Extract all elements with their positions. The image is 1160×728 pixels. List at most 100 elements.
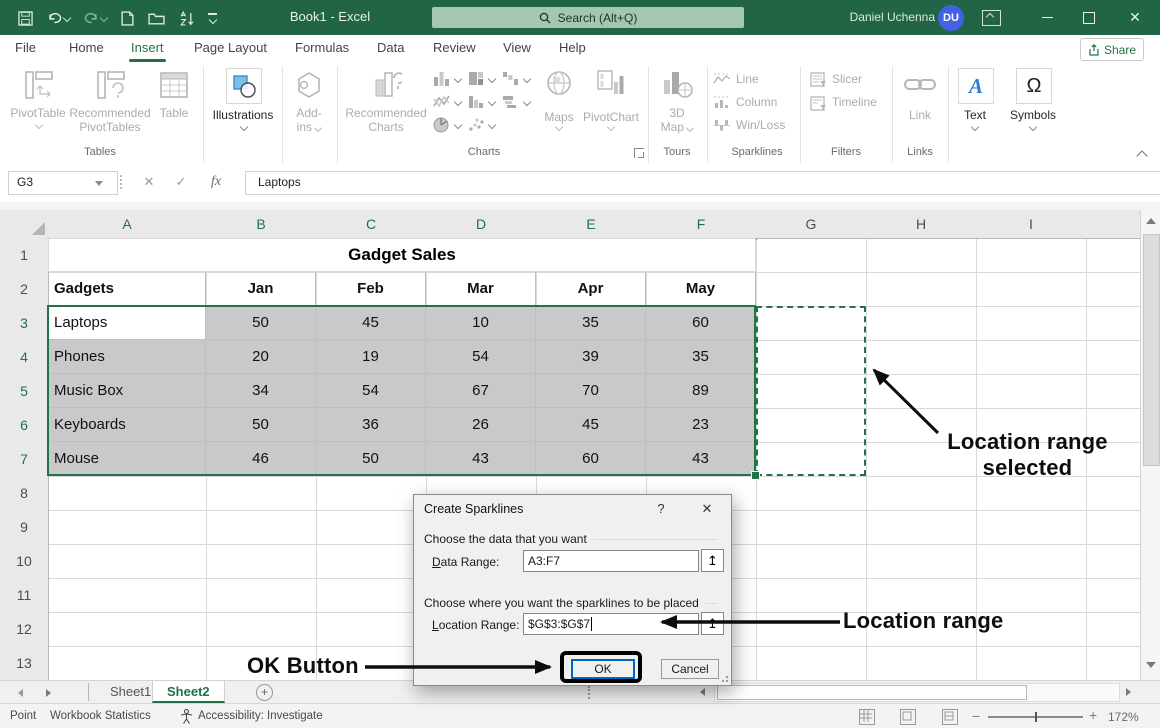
location-range-picker-button[interactable]: ↥ bbox=[701, 612, 724, 635]
row-header-4[interactable]: 4 bbox=[0, 340, 49, 375]
scatter-chart-icon[interactable] bbox=[468, 117, 484, 132]
pie-chart-icon[interactable] bbox=[433, 117, 449, 133]
fill-handle[interactable] bbox=[751, 471, 760, 480]
tab-file[interactable]: File bbox=[12, 35, 39, 62]
row-header-6[interactable]: 6 bbox=[0, 408, 49, 443]
row-header-2[interactable]: 2 bbox=[0, 272, 49, 307]
column-header-F[interactable]: F bbox=[646, 210, 757, 240]
dialog-close-icon[interactable]: ✕ bbox=[696, 499, 718, 519]
funnel-chart-icon[interactable] bbox=[502, 94, 519, 109]
column-header-A[interactable]: A bbox=[48, 210, 207, 240]
tab-data[interactable]: Data bbox=[374, 35, 407, 62]
illustrations-button[interactable]: Illustrations bbox=[208, 108, 278, 122]
close-button[interactable]: ✕ bbox=[1118, 0, 1152, 35]
horizontal-scroll-thumb[interactable] bbox=[717, 685, 1027, 700]
line-chart-icon[interactable] bbox=[433, 94, 450, 109]
cell-title-gadget-sales[interactable]: Gadget Sales bbox=[48, 238, 756, 272]
scroll-down-icon[interactable] bbox=[1146, 662, 1156, 668]
share-button[interactable]: Share bbox=[1080, 38, 1144, 61]
new-file-icon[interactable] bbox=[121, 11, 134, 26]
column-header-H[interactable]: H bbox=[866, 210, 977, 239]
histogram-chart-dropdown-icon[interactable] bbox=[488, 98, 496, 106]
undo-button[interactable] bbox=[47, 11, 70, 25]
cell-B2[interactable]: Jan bbox=[206, 272, 316, 306]
row-header-8[interactable]: 8 bbox=[0, 476, 49, 511]
minimize-button[interactable] bbox=[1030, 0, 1064, 35]
name-box[interactable]: G3 bbox=[8, 171, 118, 195]
funnel-chart-dropdown-icon[interactable] bbox=[523, 98, 531, 106]
user-name[interactable]: Daniel Uchenna bbox=[815, 10, 935, 24]
select-all-button[interactable] bbox=[0, 210, 49, 239]
line-chart-dropdown-icon[interactable] bbox=[454, 98, 462, 106]
tab-formulas[interactable]: Formulas bbox=[292, 35, 352, 62]
column-chart-dropdown-icon[interactable] bbox=[454, 75, 462, 83]
open-folder-icon[interactable] bbox=[148, 12, 165, 25]
row-header-12[interactable]: 12 bbox=[0, 612, 49, 647]
name-box-dropdown-icon[interactable] bbox=[95, 181, 103, 186]
tab-home[interactable]: Home bbox=[66, 35, 107, 62]
dialog-help-icon[interactable]: ? bbox=[650, 499, 672, 519]
column-header-B[interactable]: B bbox=[206, 210, 317, 240]
customize-qat-icon[interactable] bbox=[208, 13, 217, 22]
workbook-statistics[interactable]: Workbook Statistics bbox=[50, 710, 151, 722]
text-icon[interactable]: A bbox=[958, 68, 994, 104]
scatter-chart-dropdown-icon[interactable] bbox=[488, 121, 496, 129]
hscroll-left-icon[interactable] bbox=[700, 688, 705, 696]
tab-insert[interactable]: Insert bbox=[128, 35, 167, 62]
zoom-in-button[interactable]: + bbox=[1089, 707, 1097, 723]
cell-A2[interactable]: Gadgets bbox=[48, 272, 206, 306]
cancel-button[interactable]: Cancel bbox=[661, 659, 719, 679]
page-layout-view-icon[interactable] bbox=[900, 709, 916, 725]
waterfall-chart-icon[interactable] bbox=[502, 71, 519, 86]
column-header-E[interactable]: E bbox=[536, 210, 647, 240]
tab-view[interactable]: View bbox=[500, 35, 534, 62]
horizontal-scrollbar[interactable] bbox=[714, 683, 1120, 702]
avatar[interactable]: DU bbox=[938, 5, 964, 31]
tab-review[interactable]: Review bbox=[430, 35, 479, 62]
new-sheet-button[interactable]: + bbox=[256, 684, 273, 701]
cell-F2[interactable]: May bbox=[646, 272, 756, 306]
row-header-10[interactable]: 10 bbox=[0, 544, 49, 579]
row-header-1[interactable]: 1 bbox=[0, 238, 49, 273]
normal-view-icon[interactable] bbox=[859, 709, 875, 725]
treemap-chart-dropdown-icon[interactable] bbox=[488, 75, 496, 83]
row-header-9[interactable]: 9 bbox=[0, 510, 49, 545]
row-header-7[interactable]: 7 bbox=[0, 442, 49, 477]
hscroll-right-icon[interactable] bbox=[1126, 688, 1131, 696]
row-header-11[interactable]: 11 bbox=[0, 578, 49, 613]
insert-function-icon[interactable]: fx bbox=[205, 171, 227, 193]
cell-D2[interactable]: Mar bbox=[426, 272, 536, 306]
illustrations-dropdown-icon[interactable] bbox=[240, 123, 248, 131]
undo-dropdown-icon[interactable] bbox=[63, 14, 71, 22]
formula-input[interactable]: Laptops bbox=[245, 171, 1160, 195]
zoom-slider-thumb[interactable] bbox=[1035, 712, 1037, 722]
histogram-chart-icon[interactable] bbox=[468, 94, 484, 109]
tabbar-splitter[interactable] bbox=[588, 686, 593, 699]
symbols-icon[interactable]: Ω bbox=[1016, 68, 1052, 104]
text-button[interactable]: Text bbox=[952, 108, 998, 122]
ribbon-display-options-icon[interactable] bbox=[982, 10, 1001, 26]
illustrations-icon[interactable] bbox=[226, 68, 262, 104]
treemap-chart-icon[interactable] bbox=[468, 71, 484, 86]
column-header-I[interactable]: I bbox=[976, 210, 1087, 239]
collapse-ribbon-icon[interactable] bbox=[1136, 150, 1147, 161]
location-range-input[interactable]: $G$3:$G$7 bbox=[523, 613, 699, 635]
save-icon[interactable] bbox=[18, 11, 33, 26]
sort-az-icon[interactable] bbox=[179, 11, 194, 26]
sheet-tab-sheet2[interactable]: Sheet2 bbox=[152, 681, 225, 703]
sheet-nav-left-icon[interactable] bbox=[18, 689, 23, 697]
symbols-button[interactable]: Symbols bbox=[1004, 108, 1062, 122]
column-header-D[interactable]: D bbox=[426, 210, 537, 240]
row-header-3[interactable]: 3 bbox=[0, 306, 49, 341]
sheet-nav-right-icon[interactable] bbox=[46, 689, 51, 697]
row-header-13[interactable]: 13 bbox=[0, 646, 49, 680]
column-header-partial[interactable] bbox=[1086, 210, 1140, 239]
vertical-scroll-thumb[interactable] bbox=[1143, 234, 1160, 466]
zoom-level[interactable]: 172% bbox=[1108, 710, 1139, 724]
pie-chart-dropdown-icon[interactable] bbox=[454, 121, 462, 129]
tab-help[interactable]: Help bbox=[556, 35, 589, 62]
formula-bar-splitter[interactable] bbox=[120, 175, 125, 189]
dialog-resize-grip[interactable] bbox=[721, 675, 729, 683]
maximize-button[interactable] bbox=[1072, 0, 1106, 35]
data-range-input[interactable]: A3:F7 bbox=[523, 550, 699, 572]
